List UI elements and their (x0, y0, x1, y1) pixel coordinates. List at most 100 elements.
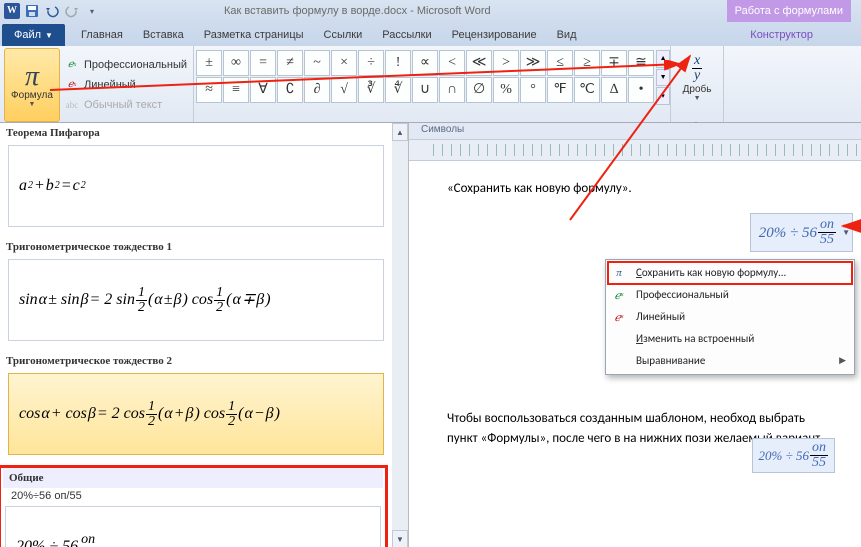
sym[interactable]: ∜ (385, 77, 411, 103)
sym[interactable]: ∞ (223, 50, 249, 76)
tab-references[interactable]: Ссылки (314, 24, 373, 46)
sym[interactable]: ∩ (439, 77, 465, 103)
gallery-item-trig2[interactable]: cos α + cos β = 2 cos12(α + β) cos12(α −… (8, 373, 384, 455)
sym[interactable]: ∀ (250, 77, 276, 103)
spin-up-icon[interactable]: ▲ (656, 50, 670, 68)
equation-gallery[interactable]: Теорема Пифагора a2 + b2 = c2 Тригономет… (0, 123, 392, 547)
sym[interactable]: > (493, 50, 519, 76)
submenu-arrow-icon: ▶ (839, 351, 846, 371)
sym[interactable]: √ (331, 77, 357, 103)
sym[interactable]: ℉ (547, 77, 573, 103)
sym[interactable]: ≠ (277, 50, 303, 76)
document-body[interactable]: «Сохранить как новую формулу». 20% ÷ 56о… (409, 161, 861, 475)
gallery-heading: Тригонометрическое тождество 1 (0, 237, 392, 257)
equation-options-handle[interactable]: ▼ (842, 223, 850, 243)
equation-text: sin α ± sin β = 2 sin12(α ± β) cos12(α ∓… (19, 286, 271, 315)
sym[interactable]: ≤ (547, 50, 573, 76)
ribbon-group-symbols: ± ∞ = ≠ ~ × ÷ ! ∝ < ≪ > ≫ ≤ ≥ ∓ ≅ (194, 46, 671, 122)
equation-object[interactable]: 20% ÷ 56оп55 ▼ (750, 213, 853, 252)
formula-button[interactable]: π Формула ▼ (4, 48, 60, 122)
sym[interactable]: % (493, 77, 519, 103)
chevron-down-icon: ▼ (29, 101, 36, 108)
tab-home[interactable]: Главная (71, 24, 133, 46)
equation-text: cos α + cos β = 2 cos12(α + β) cos12(α −… (19, 400, 280, 429)
menu-save-as-new-equation[interactable]: π Сохранить как новую формулу... (608, 262, 852, 284)
qat-customize-icon[interactable]: ▾ (84, 3, 100, 19)
highlighted-custom-block: Общие 20%÷56 оп/55 20% ÷ 56оп55 (0, 465, 388, 547)
sym[interactable]: < (439, 50, 465, 76)
sym[interactable]: ≥ (574, 50, 600, 76)
tab-mailings[interactable]: Рассылки (372, 24, 441, 46)
opt-linear[interactable]: ℯxЛинейный (64, 76, 187, 94)
sym[interactable]: • (628, 77, 654, 103)
tab-insert[interactable]: Вставка (133, 24, 194, 46)
sym[interactable]: ∅ (466, 77, 492, 103)
tab-view[interactable]: Вид (547, 24, 587, 46)
group-label-symbols: Символы (421, 124, 464, 135)
tab-layout[interactable]: Разметка страницы (194, 24, 314, 46)
horizontal-ruler[interactable] (409, 140, 861, 161)
file-tab[interactable]: Файл▼ (2, 24, 65, 46)
symbol-gallery-spinner[interactable]: ▲ ▼ ▾ (656, 50, 670, 105)
abc-icon: abc (64, 97, 80, 113)
gallery-item-custom[interactable]: 20% ÷ 56оп55 (5, 506, 381, 547)
equation-object-bottom[interactable]: 20% ÷ 56оп55 (752, 438, 835, 473)
equation-text: 20% ÷ 56оп55 (759, 218, 836, 247)
document-area: Символы «Сохранить как новую формулу». 2… (409, 123, 861, 547)
sym[interactable]: ∝ (412, 50, 438, 76)
sym[interactable]: ≈ (196, 77, 222, 103)
sym[interactable]: ° (520, 77, 546, 103)
scroll-up-icon[interactable]: ▲ (392, 123, 408, 141)
sym[interactable]: × (331, 50, 357, 76)
gallery-item-pythagoras[interactable]: a2 + b2 = c2 (8, 145, 384, 227)
equation-gallery-pane: Теорема Пифагора a2 + b2 = c2 Тригономет… (0, 123, 409, 547)
spin-more-icon[interactable]: ▾ (656, 87, 670, 105)
ribbon: π Формула ▼ ℯxПрофессиональный ℯxЛинейны… (0, 46, 861, 123)
sym[interactable]: ℃ (574, 77, 600, 103)
sym[interactable]: ∪ (412, 77, 438, 103)
equation-context-menu: π Сохранить как новую формулу... ℯx Проф… (605, 259, 855, 375)
sym[interactable]: ± (196, 50, 222, 76)
opt-professional[interactable]: ℯxПрофессиональный (64, 56, 187, 74)
ribbon-group-structures: xy Дробь▼ ex Индекс▼ n√x Радикал▼ ∫ (671, 46, 724, 122)
opt-plain-text[interactable]: abcОбычный текст (64, 96, 187, 114)
undo-icon[interactable] (44, 3, 60, 19)
sym[interactable]: ∂ (304, 77, 330, 103)
gallery-scrollbar[interactable]: ▲ ▼ (392, 123, 408, 547)
menu-change-inline[interactable]: Изменить на встроенный (608, 328, 852, 350)
gallery-item-trig1[interactable]: sin α ± sin β = 2 sin12(α ± β) cos12(α ∓… (8, 259, 384, 341)
sym[interactable]: ∛ (358, 77, 384, 103)
sym[interactable]: ≪ (466, 50, 492, 76)
sym[interactable]: ! (385, 50, 411, 76)
script-e-lin-icon: ℯx (610, 308, 628, 326)
ribbon-tabs: Файл▼ Главная Вставка Разметка страницы … (0, 22, 861, 46)
sym[interactable]: ~ (304, 50, 330, 76)
fraction-button[interactable]: xy Дробь▼ (675, 48, 719, 102)
contextual-tab-header: Работа с формулами (727, 0, 851, 22)
sym[interactable]: ≅ (628, 50, 654, 76)
save-icon[interactable] (24, 3, 40, 19)
spin-down-icon[interactable]: ▼ (656, 69, 670, 87)
gallery-heading: Тригонометрическое тождество 2 (0, 351, 392, 371)
equation-text: 20% ÷ 56оп55 (16, 533, 97, 547)
fraction-icon: xy (692, 52, 702, 84)
sym[interactable]: ≫ (520, 50, 546, 76)
sym[interactable]: ∆ (601, 77, 627, 103)
equation-text: 20% ÷ 56оп55 (759, 441, 828, 470)
sym[interactable]: = (250, 50, 276, 76)
tab-review[interactable]: Рецензирование (442, 24, 547, 46)
menu-professional[interactable]: ℯx Профессиональный (608, 284, 852, 306)
sym[interactable]: ÷ (358, 50, 384, 76)
tab-design[interactable]: Конструктор (740, 24, 823, 46)
menu-alignment[interactable]: Выравнивание ▶ (608, 350, 852, 372)
pi-small-icon: π (610, 264, 628, 282)
gallery-heading: Теорема Пифагора (0, 123, 392, 143)
scroll-down-icon[interactable]: ▼ (392, 530, 408, 547)
menu-linear[interactable]: ℯx Линейный (608, 306, 852, 328)
sym[interactable]: ∁ (277, 77, 303, 103)
window-title: Как вставить формулу в ворде.docx - Micr… (224, 5, 491, 17)
redo-icon[interactable] (64, 3, 80, 19)
pi-icon: π (25, 62, 39, 90)
sym[interactable]: ≡ (223, 77, 249, 103)
sym[interactable]: ∓ (601, 50, 627, 76)
